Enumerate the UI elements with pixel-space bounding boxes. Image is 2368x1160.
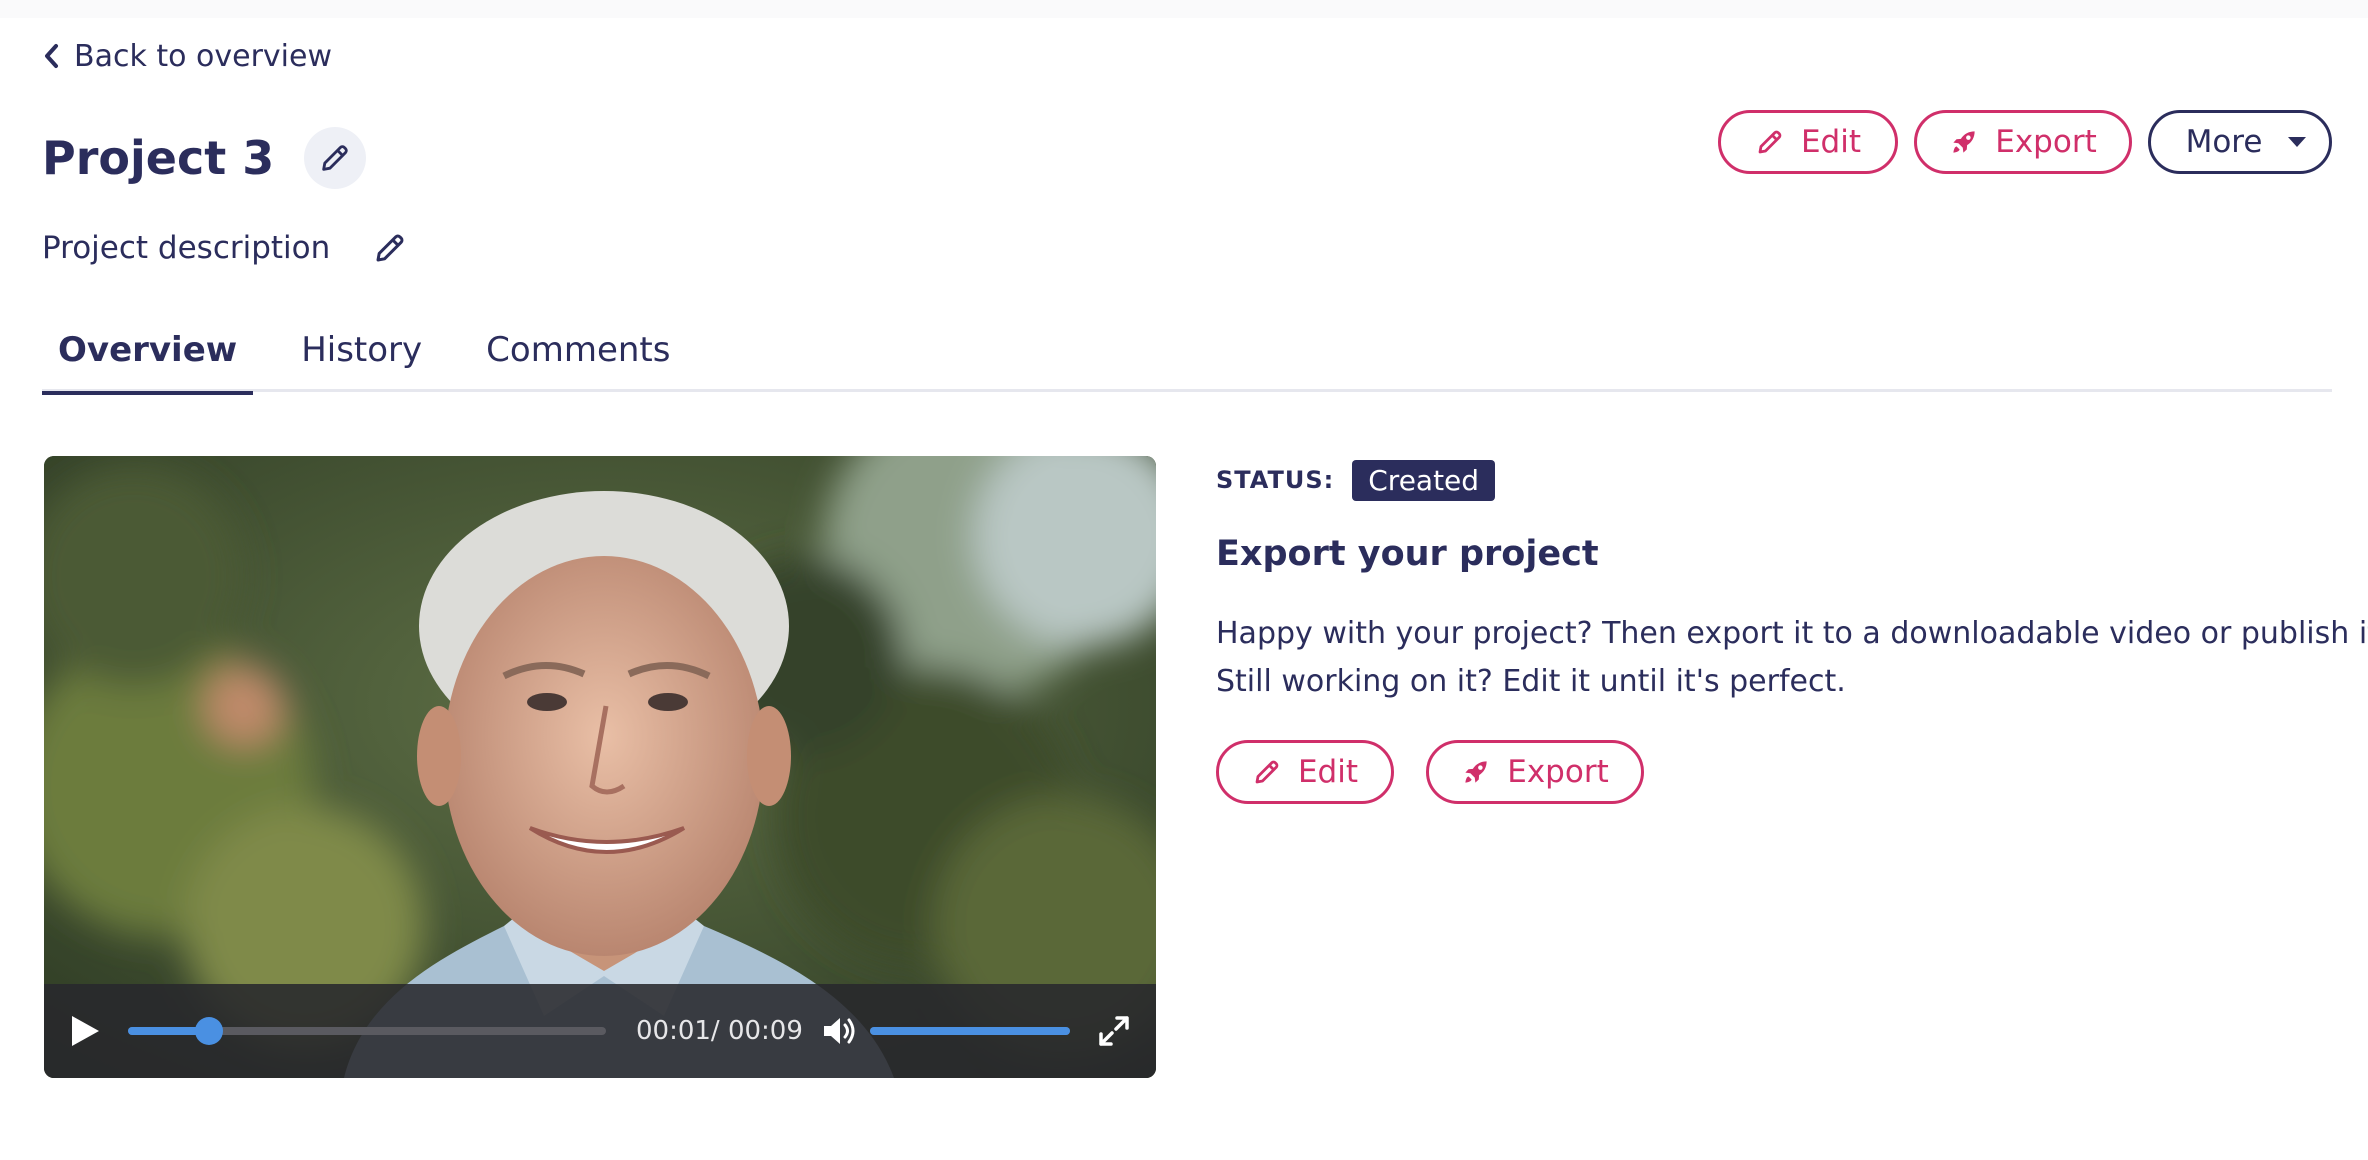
project-description-row: Project description [42, 218, 410, 278]
tab-history[interactable]: History [285, 308, 438, 392]
seek-bar[interactable] [128, 1017, 606, 1045]
more-button-label: More [2185, 124, 2263, 160]
export-description-line-2: Still working on it? Edit it until it's … [1216, 664, 1846, 699]
status-label: STATUS: [1216, 466, 1335, 494]
status-badge: Created [1352, 459, 1496, 501]
panel-edit-button-label: Edit [1297, 754, 1359, 790]
header-actions: Edit Export More [1718, 110, 2332, 176]
export-description: Happy with your project? Then export it … [1216, 610, 2368, 706]
project-tabs: Overview History Comments [42, 308, 2332, 395]
edit-button[interactable]: Edit [1718, 110, 1898, 174]
project-title-row: Project 3 [42, 118, 367, 198]
chevron-left-icon [45, 44, 58, 68]
export-heading: Export your project [1216, 534, 1599, 574]
export-button-label: Export [1995, 124, 2097, 160]
back-to-overview-link[interactable]: Back to overview [42, 36, 332, 76]
edit-title-button[interactable] [304, 127, 367, 189]
seek-handle[interactable] [195, 1017, 224, 1045]
pencil-icon [322, 145, 348, 171]
pencil-icon [1255, 760, 1279, 784]
play-icon[interactable] [68, 1013, 102, 1049]
panel-export-button-label: Export [1507, 754, 1609, 790]
panel-edit-button[interactable]: Edit [1216, 740, 1394, 804]
export-panel-actions: Edit Export [1216, 740, 2336, 804]
edit-button-label: Edit [1800, 124, 1862, 160]
fullscreen-icon[interactable] [1098, 1015, 1130, 1047]
project-page: Back to overview Project 3 Project descr… [0, 18, 2368, 1160]
edit-description-button[interactable] [370, 228, 410, 268]
panel-export-button[interactable]: Export [1426, 740, 1644, 804]
video-player[interactable]: 00:01/ 00:09 [44, 456, 1156, 1078]
video-controls: 00:01/ 00:09 [44, 984, 1156, 1078]
rocket-icon [1953, 131, 1975, 153]
more-dropdown-button[interactable]: More [2148, 110, 2332, 174]
tab-overview[interactable]: Overview [42, 308, 254, 395]
export-info-panel: STATUS: Created Export your project Happ… [1216, 458, 2368, 804]
volume-slider-fill [870, 1027, 1070, 1035]
rocket-icon [1465, 761, 1487, 783]
project-title: Project 3 [42, 131, 275, 185]
volume-icon[interactable] [822, 1015, 858, 1047]
caret-down-icon [2288, 137, 2307, 147]
pencil-icon [376, 234, 404, 262]
back-link-label: Back to overview [74, 38, 333, 74]
time-readout: 00:01/ 00:09 [636, 1016, 803, 1046]
status-row: STATUS: Created [1216, 458, 2336, 502]
export-button[interactable]: Export [1914, 110, 2132, 174]
pencil-icon [1758, 130, 1782, 154]
tab-comments[interactable]: Comments [470, 308, 686, 392]
export-description-line-1: Happy with your project? Then export it … [1216, 616, 2368, 651]
project-description: Project description [42, 230, 331, 266]
volume-slider[interactable] [870, 1027, 1070, 1035]
